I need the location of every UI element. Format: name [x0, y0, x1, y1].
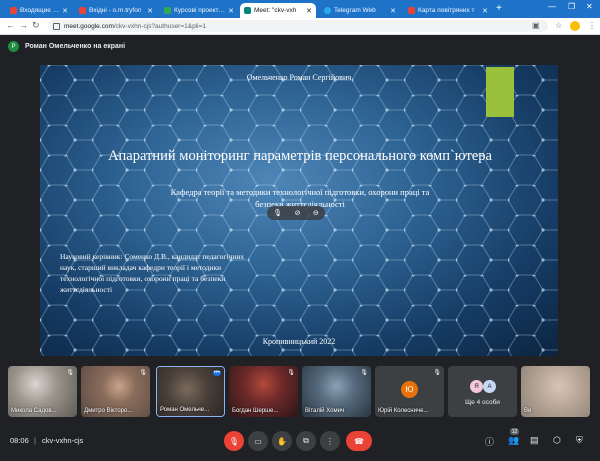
window-close-icon[interactable]: ✕ — [586, 2, 593, 11]
presenter-avatar: P — [8, 41, 19, 52]
tab-air-alert-map[interactable]: Карта повітряних т ✕ — [404, 3, 492, 18]
activities-icon[interactable]: ⬡ — [553, 435, 561, 446]
participant-tile-active-speaker[interactable]: ••• Роман Омельче... — [156, 366, 225, 417]
clock: 08:06 — [10, 436, 29, 445]
participant-name: Богдан Шерше... — [232, 408, 279, 414]
map-icon — [408, 7, 415, 14]
end-call-icon: ☎ — [354, 436, 364, 446]
url-host: meet.google.com — [64, 22, 114, 30]
people-icon[interactable]: 👥 — [508, 435, 519, 446]
slide-advisor: Науковий керівник: Соменко Д.В., кандида… — [60, 252, 245, 294]
self-view-tile[interactable]: Ви — [521, 366, 590, 417]
telegram-icon — [324, 7, 331, 14]
chat-icon[interactable]: ▤ — [530, 435, 539, 446]
participant-name: Юрій Колесниче... — [378, 408, 429, 414]
presenter-label: Роман Омельченко на екрані — [25, 43, 126, 50]
tab-inbox-tryfon[interactable]: Вхідні - o.m.tryfon ✕ — [75, 3, 157, 18]
participant-name: Роман Омельче... — [160, 407, 210, 413]
meeting-details-icon[interactable]: ⓘ — [485, 435, 494, 448]
participant-tile[interactable]: 🎙 Віталій Хомич — [302, 366, 371, 417]
slide-city-year: Кропивницький 2022 — [262, 337, 336, 346]
profile-avatar[interactable] — [570, 21, 580, 31]
participant-tile[interactable]: 🎙 Дмитро Вікторо... — [81, 366, 150, 417]
close-tab-icon[interactable]: ✕ — [390, 7, 396, 15]
more-options-button[interactable]: ⋮ — [320, 431, 340, 451]
tab-meet[interactable]: Meet: "ckv-vxh ✕ — [240, 3, 316, 18]
participant-name: Дмитро Вікторо... — [84, 408, 133, 414]
close-tab-icon[interactable]: ✕ — [62, 7, 68, 15]
participant-tile[interactable]: Ю 🎙 Юрій Колесниче... — [375, 366, 444, 417]
tab-inbox-olmari[interactable]: Входящие - olmari ✕ — [6, 3, 72, 18]
speaking-indicator-icon: ••• — [212, 370, 221, 376]
presenter-bar: P Роман Омельченко на екрані — [8, 41, 125, 52]
mic-off-icon: 🎙 — [139, 370, 147, 376]
mic-off-icon: 🎙 — [433, 370, 441, 376]
more-participants-label: Ще 4 особи — [465, 399, 500, 406]
participant-tile[interactable]: 🎙 Микола Садов... — [8, 366, 77, 417]
participant-count-badge: 12 — [510, 428, 519, 435]
gmail-icon — [10, 7, 17, 14]
camera-indicator-icon[interactable]: ▣ — [532, 21, 540, 30]
classroom-icon — [164, 7, 171, 14]
forward-icon[interactable]: → — [19, 20, 28, 30]
present-button[interactable]: ⧉ — [296, 431, 316, 451]
pin-off-icon[interactable]: ⊘ — [295, 209, 301, 217]
gmail-icon — [79, 7, 86, 14]
address-bar: ← → ↻ meet.google.com/ckv-vxhn-cjs?authu… — [0, 18, 600, 35]
menu-dots-icon[interactable]: ⋮ — [588, 21, 596, 30]
maximize-icon[interactable]: ❐ — [568, 2, 575, 11]
close-tab-icon[interactable]: ✕ — [482, 7, 488, 15]
browser-tab-strip: Входящие - olmari ✕ Вхідні - o.m.tryfon … — [0, 0, 600, 18]
slide-author: Омельченко Роман Сергійович — [246, 73, 352, 82]
shared-screen: Омельченко Роман Сергійович Апаратний мо… — [40, 65, 558, 356]
host-controls-icon[interactable]: ⛨ — [576, 435, 583, 446]
tab-course-projects[interactable]: Курсові проекти К ✕ — [160, 3, 238, 18]
mic-toggle-button[interactable]: 🎙 — [224, 431, 244, 451]
close-tab-icon[interactable]: ✕ — [147, 7, 153, 15]
camera-icon: ▭ — [254, 436, 262, 446]
participant-name: Віталій Хомич — [305, 408, 345, 414]
back-icon[interactable]: ← — [6, 20, 15, 30]
camera-toggle-button[interactable]: ▭ — [248, 431, 268, 451]
participant-avatar: Я — [470, 380, 483, 393]
minimize-icon[interactable]: — — [548, 2, 556, 11]
participant-avatar: Ю — [401, 381, 418, 398]
close-tab-icon[interactable]: ✕ — [306, 7, 312, 15]
meeting-code: ckv-vxhn-cjs — [42, 436, 84, 445]
participant-name: Микола Садов... — [11, 408, 57, 414]
remove-icon[interactable]: ⊖ — [313, 209, 319, 217]
mic-off-icon: 🎙 — [287, 370, 295, 376]
slide-title: Апаратний моніторинг параметрів персонал… — [108, 148, 492, 164]
lock-icon — [53, 22, 60, 30]
url-path: /ckv-vxhn-cjs?authuser=1&pli=1 — [113, 22, 207, 30]
raise-hand-button[interactable]: ✋ — [272, 431, 292, 451]
leave-call-button[interactable]: ☎ — [346, 431, 372, 451]
mic-off-icon: 🎙 — [360, 370, 368, 376]
mic-off-icon[interactable]: 🎙 — [273, 209, 282, 217]
meet-icon — [244, 7, 251, 14]
participant-tile[interactable]: 🎙 Богдан Шерше... — [229, 366, 298, 417]
participant-name: Ви — [524, 408, 532, 414]
participant-avatar: А — [483, 380, 496, 393]
tab-telegram[interactable]: Telegram Web ✕ — [320, 3, 400, 18]
separator: | — [34, 436, 36, 445]
new-tab-icon[interactable]: + — [496, 3, 502, 14]
mic-off-icon: 🎙 — [228, 436, 240, 446]
hand-icon: ✋ — [277, 436, 287, 446]
url-field[interactable]: meet.google.com/ckv-vxhn-cjs?authuser=1&… — [48, 20, 548, 32]
bookmark-star-icon[interactable]: ☆ — [555, 21, 562, 30]
presentation-overlay-controls: 🎙 ⊘ ⊖ — [267, 206, 325, 220]
mic-off-icon: 🎙 — [66, 370, 74, 376]
reload-icon[interactable]: ↻ — [32, 20, 40, 31]
more-participants-tile[interactable]: Я А Ще 4 особи — [448, 366, 517, 417]
more-vert-icon: ⋮ — [326, 436, 334, 446]
present-screen-icon: ⧉ — [303, 436, 309, 445]
close-tab-icon[interactable]: ✕ — [228, 7, 234, 15]
